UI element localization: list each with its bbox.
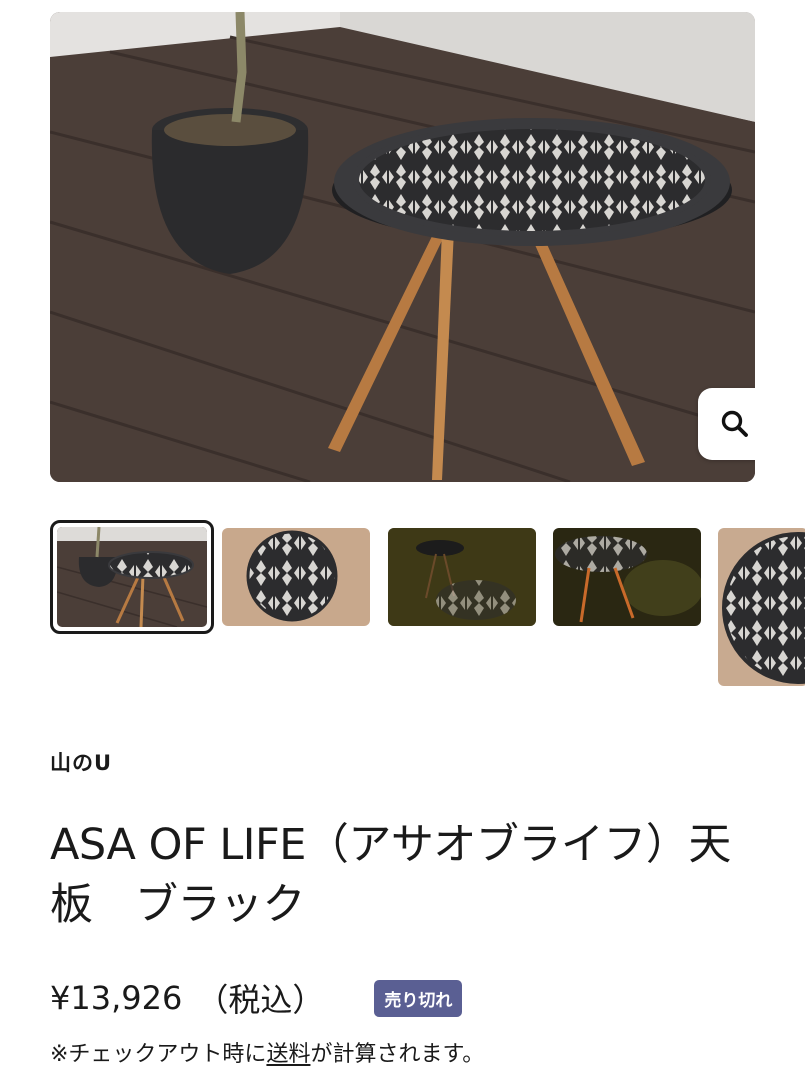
zoom-button[interactable] [698, 388, 755, 460]
thumbnail-tabletop-closeup[interactable] [718, 528, 805, 686]
thumbnail-table-night-shadow[interactable] [388, 528, 536, 626]
product-main-image[interactable] [50, 12, 755, 482]
tax-label: （税込） [196, 981, 325, 1019]
price-row: ¥13,926 （税込） 売り切れ [50, 975, 463, 1021]
product-page: 山のU ASA OF LIFE（アサオブライフ）天板 ブラック ¥13,926 … [0, 0, 805, 1080]
product-title: ASA OF LIFE（アサオブライフ）天板 ブラック [50, 820, 731, 930]
thumbnail-table-with-plant[interactable] [50, 520, 214, 634]
shipping-note: ※チェックアウト時に送料が計算されます。 [50, 1036, 484, 1068]
vendor-name: 山のU [50, 751, 113, 775]
thumbnail-table-lit-night[interactable] [553, 528, 701, 626]
shipping-link[interactable]: 送料 [266, 1042, 310, 1067]
product-price: ¥13,926 [50, 979, 183, 1017]
thumbnail-tabletop-flat[interactable] [222, 528, 370, 626]
sold-out-badge: 売り切れ [374, 979, 463, 1017]
search-icon [721, 410, 748, 437]
shipping-note-suffix: が計算されます。 [310, 1042, 485, 1067]
shipping-note-prefix: ※チェックアウト時に [50, 1042, 267, 1067]
